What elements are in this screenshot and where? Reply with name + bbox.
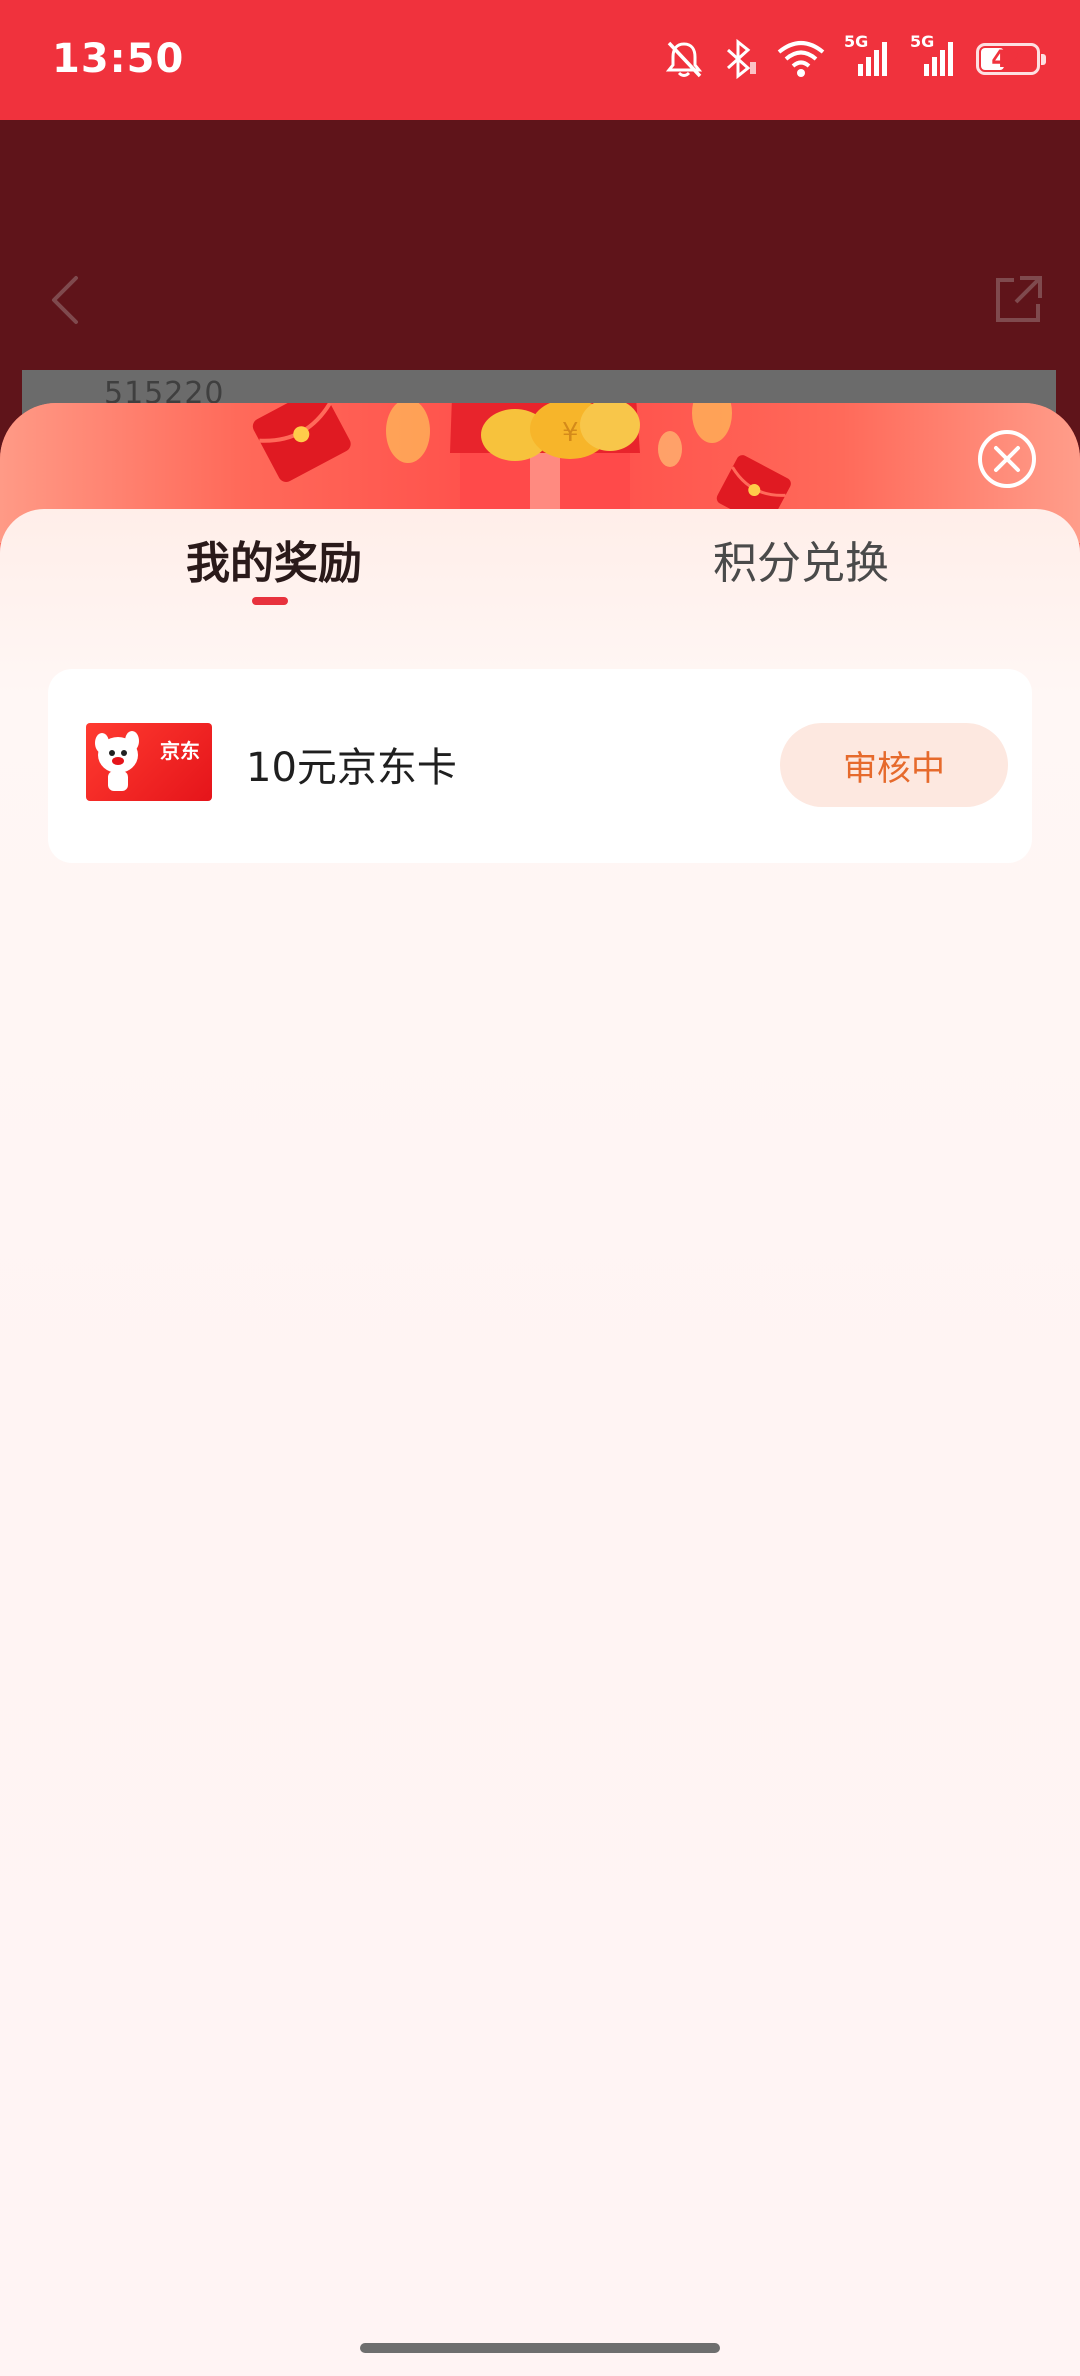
reward-status-button[interactable]: 审核中 [780, 723, 1008, 807]
close-icon[interactable] [976, 428, 1038, 490]
jd-brand-text: 京东 [160, 739, 200, 763]
jd-card-thumbnail: 京东 [86, 723, 212, 801]
reward-tabs: 我的奖励 积分兑换 [0, 509, 1080, 619]
sheet-body: 我的奖励 积分兑换 京东 10元京东卡 审核中 [0, 509, 1080, 2376]
tab-points-exchange[interactable]: 积分兑换 [713, 527, 889, 591]
status-icons: 5G 5G 42 [664, 32, 1046, 80]
share-icon[interactable] [990, 272, 1046, 328]
back-arrow-icon[interactable] [40, 270, 90, 330]
svg-text:¥: ¥ [562, 418, 579, 448]
battery-icon: 42 [976, 43, 1046, 75]
status-time: 13:50 [52, 36, 185, 82]
reward-item: 京东 10元京东卡 审核中 [48, 669, 1032, 863]
mute-bell-icon [665, 41, 703, 78]
status-bar: 13:50 5G 5G 42 [0, 0, 1080, 120]
bluetooth-icon [726, 38, 756, 80]
wifi-icon [777, 41, 825, 77]
reward-name: 10元京东卡 [246, 745, 457, 791]
battery-level: 42 [991, 45, 1025, 73]
rewards-sheet: ¥ 我的奖励 积分兑换 京东 10元京东卡 审核中 [0, 403, 1080, 2376]
signal-icon [858, 42, 887, 76]
tab-my-rewards[interactable]: 我的奖励 [186, 527, 362, 591]
jd-mascot-icon [95, 731, 139, 791]
signal-icon [924, 42, 953, 76]
signal-1: 5G [844, 32, 892, 80]
active-tab-indicator [252, 597, 288, 605]
signal-2: 5G [910, 32, 958, 80]
battery-cap [1041, 54, 1046, 65]
home-indicator[interactable] [360, 2343, 720, 2353]
